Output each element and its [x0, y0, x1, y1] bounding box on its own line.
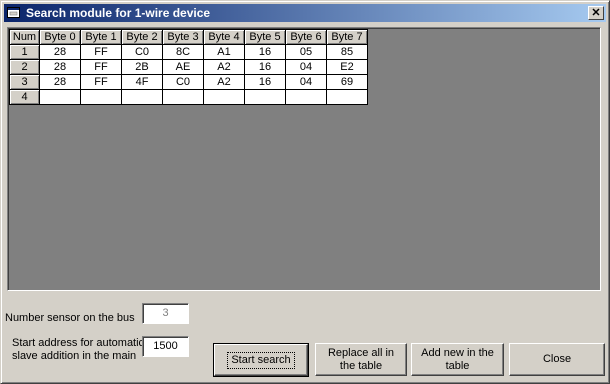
table-header-row: Num Byte 0 Byte 1 Byte 2 Byte 3 Byte 4 B…	[9, 29, 368, 45]
device-grid-area[interactable]: Num Byte 0 Byte 1 Byte 2 Byte 3 Byte 4 B…	[7, 27, 601, 291]
table-cell[interactable]: 05	[285, 44, 327, 60]
table-cell[interactable]: 8C	[162, 44, 204, 60]
app-window-icon	[7, 7, 20, 18]
table-cell[interactable]: A1	[203, 44, 245, 60]
start-address-label-line2: slave addition in the main	[12, 350, 137, 362]
column-header[interactable]: Byte 4	[203, 29, 245, 45]
column-header[interactable]: Byte 1	[80, 29, 122, 45]
row-header[interactable]: 4	[9, 89, 40, 105]
table-cell[interactable]: 85	[326, 44, 368, 60]
add-new-label-line1: Add new in the	[421, 346, 494, 359]
table-cell[interactable]: 28	[39, 59, 81, 75]
close-button[interactable]: Close	[509, 343, 605, 376]
add-new-label: Add new in the table	[421, 347, 494, 373]
table-cell[interactable]: 04	[285, 74, 327, 90]
column-header[interactable]: Byte 0	[39, 29, 81, 45]
close-icon[interactable]: ✕	[588, 6, 604, 20]
column-header[interactable]: Byte 5	[244, 29, 286, 45]
table-cell[interactable]	[162, 89, 204, 105]
replace-all-label: Replace all in the table	[328, 347, 394, 373]
row-header[interactable]: 3	[9, 74, 40, 90]
title-bar[interactable]: Search module for 1-wire device ✕	[4, 4, 606, 22]
device-table: Num Byte 0 Byte 1 Byte 2 Byte 3 Byte 4 B…	[9, 29, 368, 105]
add-new-label-line2: table	[445, 359, 470, 372]
start-address-label-line1: Start address for automatic	[12, 337, 145, 349]
table-row: 4	[9, 89, 368, 105]
column-header[interactable]: Byte 2	[121, 29, 163, 45]
table-cell[interactable]: FF	[80, 44, 122, 60]
table-cell[interactable]: E2	[326, 59, 368, 75]
table-cell[interactable]	[326, 89, 368, 105]
table-cell[interactable]: 16	[244, 59, 286, 75]
table-cell[interactable]	[39, 89, 81, 105]
table-cell[interactable]	[121, 89, 163, 105]
add-new-button[interactable]: Add new in the table	[411, 343, 504, 376]
table-cell[interactable]: A2	[203, 74, 245, 90]
table-cell[interactable]: C0	[121, 44, 163, 60]
table-row: 1 28 FF C0 8C A1 16 05 85	[9, 44, 368, 60]
table-cell[interactable]	[285, 89, 327, 105]
replace-all-button[interactable]: Replace all in the table	[315, 343, 407, 376]
table-cell[interactable]: FF	[80, 74, 122, 90]
row-header[interactable]: 2	[9, 59, 40, 75]
table-cell[interactable]: 69	[326, 74, 368, 90]
table-cell[interactable]: 16	[244, 44, 286, 60]
table-cell[interactable]	[244, 89, 286, 105]
table-row: 3 28 FF 4F C0 A2 16 04 69	[9, 74, 368, 90]
sensor-count-label: Number sensor on the bus	[5, 312, 135, 324]
table-cell[interactable]: 04	[285, 59, 327, 75]
replace-all-label-line1: Replace all in	[327, 346, 395, 359]
sensor-count-field: 3	[142, 303, 189, 324]
start-search-button[interactable]: Start search	[213, 343, 309, 377]
start-search-label: Start search	[227, 351, 295, 369]
table-cell[interactable]: AE	[162, 59, 204, 75]
window-title: Search module for 1-wire device	[26, 6, 211, 20]
table-cell[interactable]	[203, 89, 245, 105]
row-header[interactable]: 1	[9, 44, 40, 60]
table-cell[interactable]: 16	[244, 74, 286, 90]
table-row: 2 28 FF 2B AE A2 16 04 E2	[9, 59, 368, 75]
table-cell[interactable]: FF	[80, 59, 122, 75]
table-cell[interactable]: 4F	[121, 74, 163, 90]
table-cell[interactable]: 2B	[121, 59, 163, 75]
column-header-num[interactable]: Num	[9, 29, 40, 45]
table-cell[interactable]: 28	[39, 44, 81, 60]
column-header[interactable]: Byte 6	[285, 29, 327, 45]
column-header[interactable]: Byte 3	[162, 29, 204, 45]
main-window: Search module for 1-wire device ✕ Num By…	[0, 0, 610, 384]
table-cell[interactable]: C0	[162, 74, 204, 90]
replace-all-label-line2: the table	[339, 359, 383, 372]
table-cell[interactable]	[80, 89, 122, 105]
start-address-input[interactable]: 1500	[142, 336, 189, 357]
column-header[interactable]: Byte 7	[326, 29, 368, 45]
table-cell[interactable]: 28	[39, 74, 81, 90]
table-cell[interactable]: A2	[203, 59, 245, 75]
